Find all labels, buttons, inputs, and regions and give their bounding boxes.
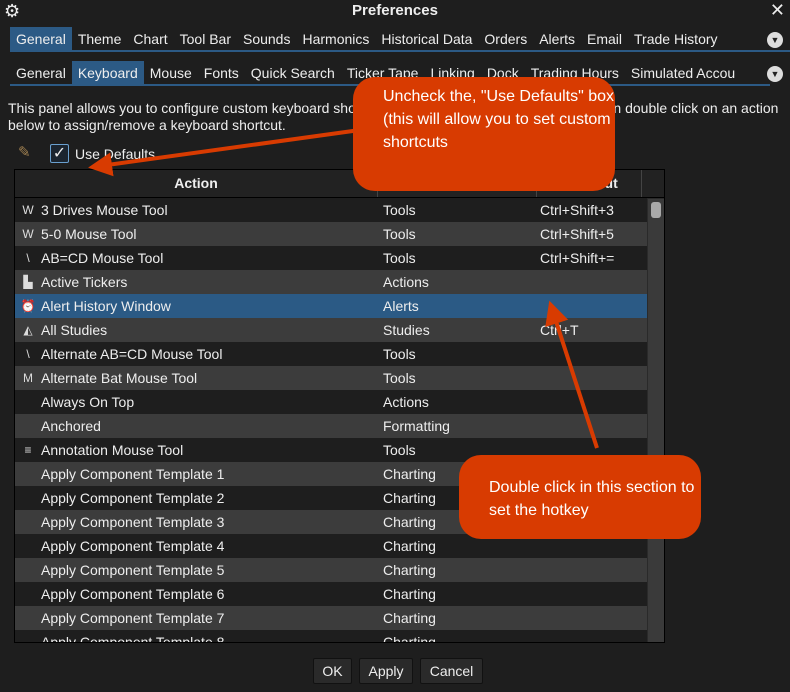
arrow-to-shortcut-column bbox=[545, 300, 599, 449]
arrow-to-checkbox bbox=[88, 128, 361, 177]
callout-double-click: Double click in this section to set the … bbox=[459, 455, 701, 539]
callout-uncheck-defaults: Uncheck the, "Use Defaults" box (this wi… bbox=[353, 77, 615, 191]
